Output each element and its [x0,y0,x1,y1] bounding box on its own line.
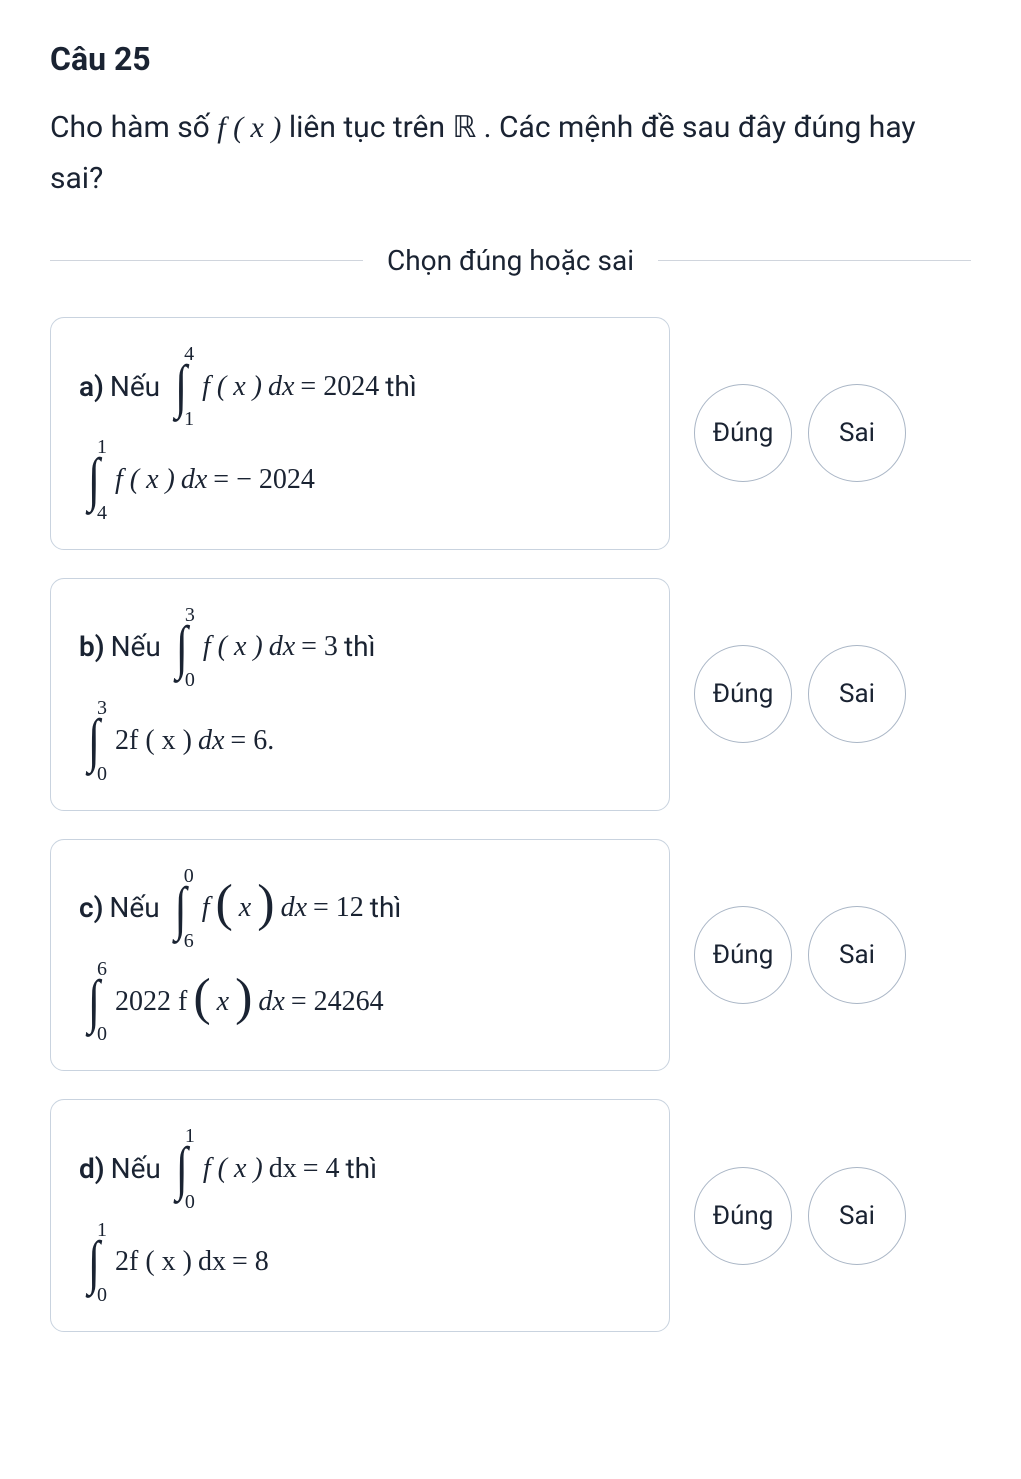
option-row-d: d) Nếu 1 ∫ 0 f ( x ) dx = 4 thì 1 ∫ 0 2f… [50,1099,971,1332]
option-row-b: b) Nếu 3 ∫ 0 f ( x ) dx = 3 thì 3 ∫ 0 2f… [50,578,971,811]
buttons-b: Đúng Sai [694,645,906,743]
option-box-a: a) Nếu 4 ∫ 1 f ( x ) dx = 2024 thì 1 ∫ 4… [50,317,670,550]
int-a2-eq: = − 2024 [213,459,315,501]
int-c2-arg: x [217,981,229,1023]
integral-d1: 1 ∫ 0 [169,1126,195,1211]
integral-c2: 6 ∫ 0 [81,959,107,1044]
int-d2-dx: dx [198,1241,226,1283]
option-box-d: d) Nếu 1 ∫ 0 f ( x ) dx = 4 thì 1 ∫ 0 2f… [50,1099,670,1332]
int-d1-body: f ( x ) [203,1148,263,1190]
option-d-prefix: Nếu [111,1148,161,1190]
question-text: Cho hàm số f ( x ) liên tục trên ℝ . Các… [50,102,971,204]
int-b2-eq: = 6. [230,720,274,762]
option-c-prefix: Nếu [109,887,159,929]
divider-text: Chọn đúng hoặc sai [363,244,658,277]
int-c2-dx: dx [258,981,284,1023]
integral-symbol-icon: ∫ [81,455,107,505]
integral-a1: 4 ∫ 1 [168,344,194,429]
true-button-c[interactable]: Đúng [694,906,792,1004]
int-b1-suffix: thì [344,626,376,668]
qtext-part1: Cho hàm số [50,110,217,145]
int-b1-dx: dx [269,626,295,668]
integral-symbol-icon: ∫ [81,716,107,766]
integral-d2: 1 ∫ 0 [81,1220,107,1305]
integral-symbol-icon: ∫ [81,1237,107,1287]
int-d2-body: 2f ( x ) [115,1241,192,1283]
true-button-b[interactable]: Đúng [694,645,792,743]
buttons-a: Đúng Sai [694,384,906,482]
int-c2-body: 2022 f [115,981,187,1023]
divider-line-right [658,260,971,261]
int-a1-suffix: thì [385,366,417,408]
int-b2-dx: dx [198,720,224,762]
option-label-b: b) [79,626,105,668]
int-d1-eq: = 4 [303,1148,340,1190]
divider: Chọn đúng hoặc sai [50,244,971,277]
int-c1-body: f [202,887,210,929]
option-row-a: a) Nếu 4 ∫ 1 f ( x ) dx = 2024 thì 1 ∫ 4… [50,317,971,550]
integral-b2: 3 ∫ 0 [81,698,107,783]
integral-symbol-icon: ∫ [168,883,194,933]
int-c2-eq: = 24264 [291,981,384,1023]
integral-symbol-icon: ∫ [169,1144,195,1194]
divider-line-left [50,260,363,261]
int-a1-body: f ( x ) [202,366,262,408]
integral-b1: 3 ∫ 0 [169,605,195,690]
option-a-prefix: Nếu [110,366,160,408]
int-b1-body: f ( x ) [203,626,263,668]
option-b-prefix: Nếu [111,626,161,668]
integral-symbol-icon: ∫ [168,361,194,411]
int-a1-eq: = 2024 [300,366,379,408]
buttons-c: Đúng Sai [694,906,906,1004]
int-b1-eq: = 3 [301,626,338,668]
buttons-d: Đúng Sai [694,1167,906,1265]
int-c1-suffix: thì [370,887,402,929]
false-button-a[interactable]: Sai [808,384,906,482]
int-c1-dx: dx [281,887,307,929]
option-label-a: a) [79,366,104,408]
true-button-a[interactable]: Đúng [694,384,792,482]
option-row-c: c) Nếu 0 ∫ 6 f ( x ) dx = 12 thì 6 ∫ 0 2… [50,839,971,1072]
int-a2-dx: dx [181,459,207,501]
integral-c1: 0 ∫ 6 [168,866,194,951]
qtext-real: ℝ [452,111,476,144]
option-label-c: c) [79,887,103,929]
true-button-d[interactable]: Đúng [694,1167,792,1265]
false-button-b[interactable]: Sai [808,645,906,743]
int-c1-arg: x [239,887,251,929]
qtext-fx: f ( x ) [217,111,281,144]
int-a2-body: f ( x ) [115,459,175,501]
option-label-d: d) [79,1148,105,1190]
integral-a2: 1 ∫ 4 [81,437,107,522]
qtext-part2: liên tục trên [289,110,453,145]
integral-symbol-icon: ∫ [81,976,107,1026]
int-d1-dx: dx [269,1148,297,1190]
int-d1-suffix: thì [346,1148,378,1190]
false-button-c[interactable]: Sai [808,906,906,1004]
option-box-c: c) Nếu 0 ∫ 6 f ( x ) dx = 12 thì 6 ∫ 0 2… [50,839,670,1072]
question-number: Câu 25 [50,40,971,78]
int-c1-eq: = 12 [313,887,364,929]
int-d2-eq: = 8 [232,1241,269,1283]
false-button-d[interactable]: Sai [808,1167,906,1265]
int-b2-body: 2f ( x ) [115,720,192,762]
integral-symbol-icon: ∫ [169,622,195,672]
option-box-b: b) Nếu 3 ∫ 0 f ( x ) dx = 3 thì 3 ∫ 0 2f… [50,578,670,811]
int-a1-dx: dx [268,366,294,408]
